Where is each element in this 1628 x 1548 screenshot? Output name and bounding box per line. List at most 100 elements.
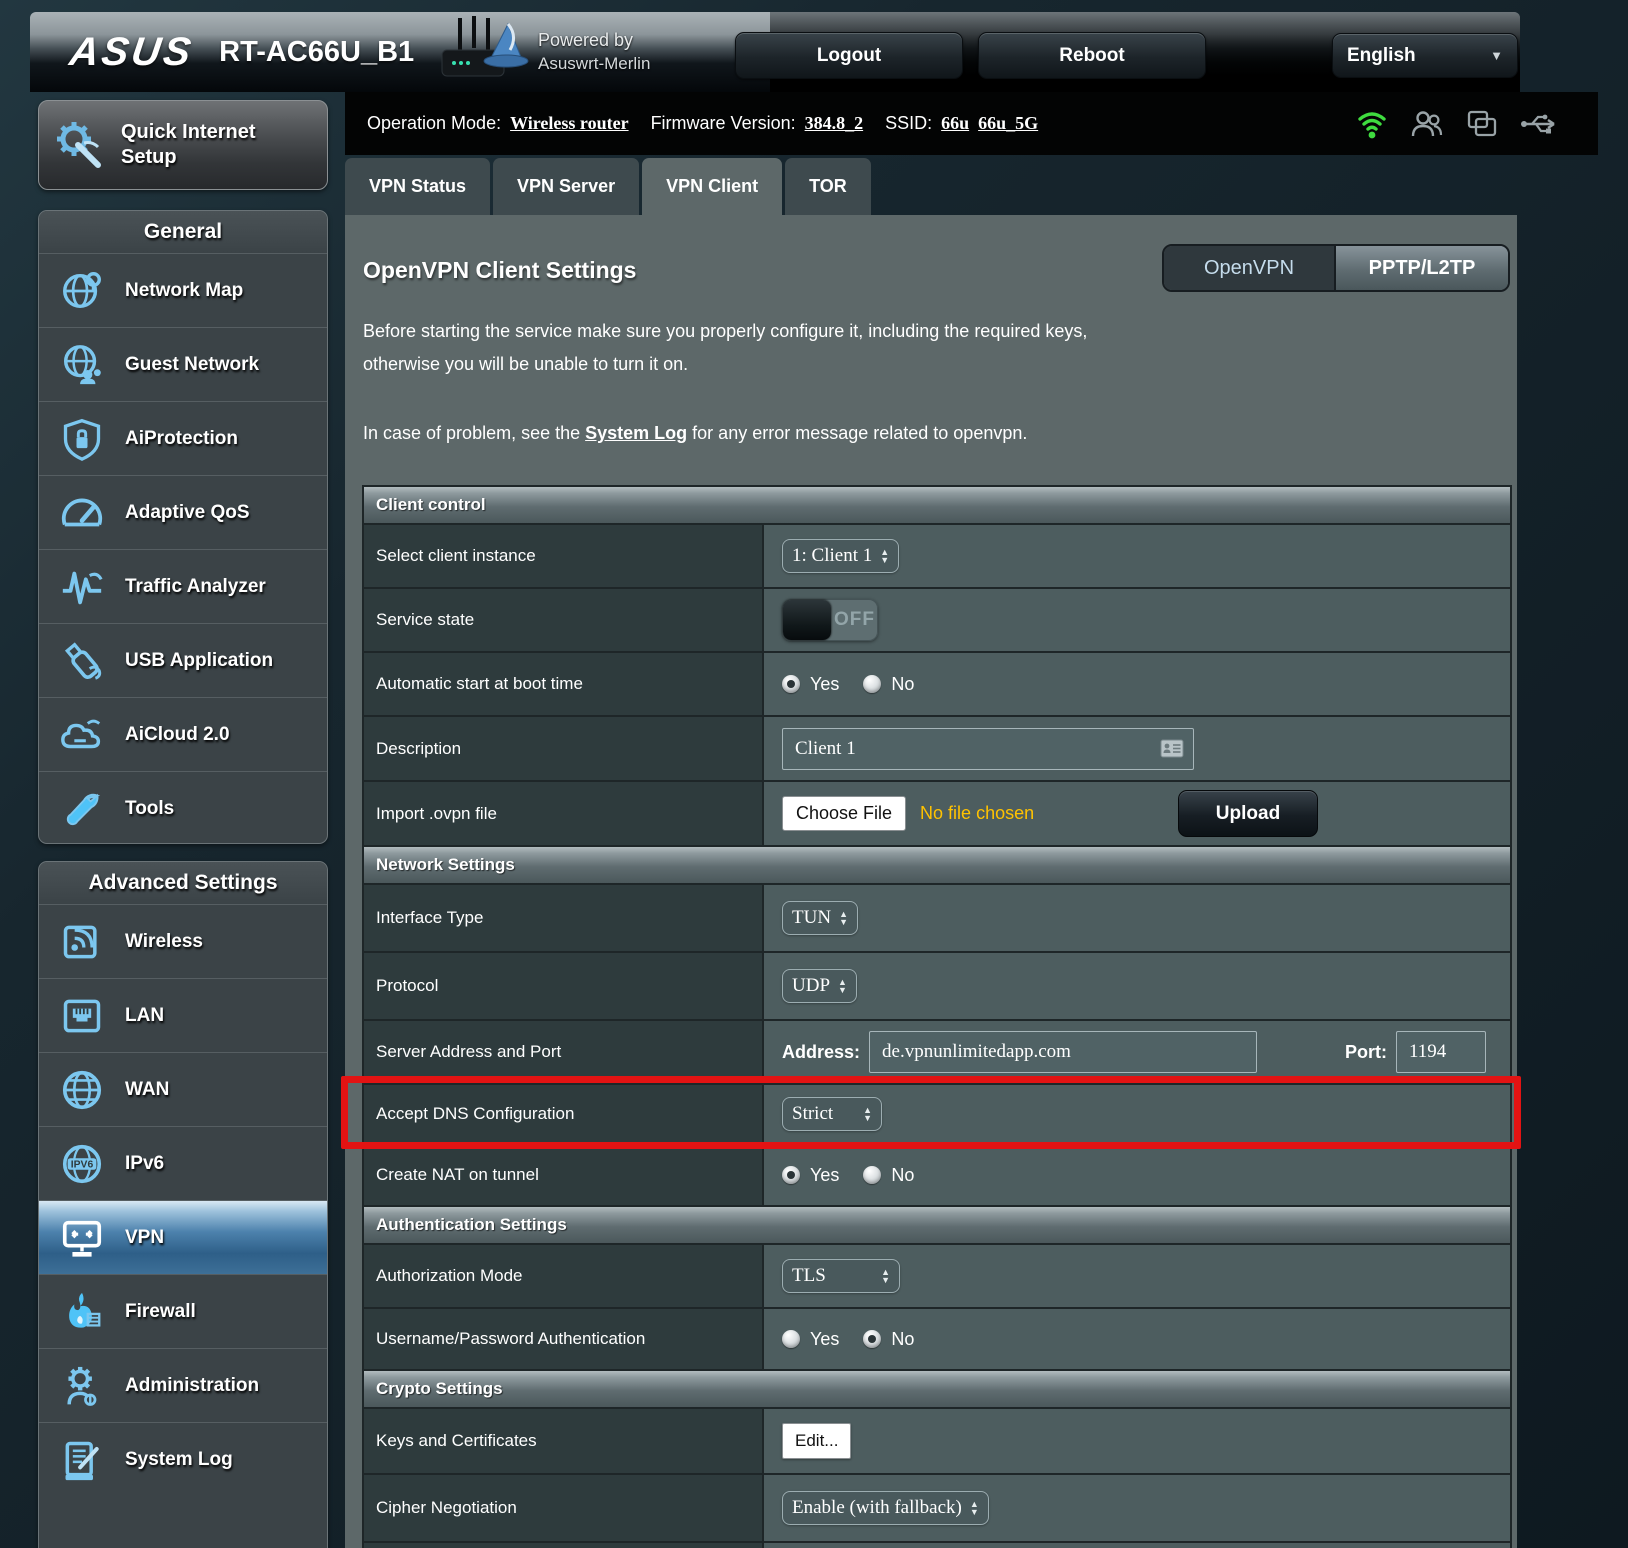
sidebar-general-title: General (39, 211, 327, 253)
cipher-negotiation-value: Enable (with fallback) (792, 1497, 962, 1519)
cloud-icon (57, 712, 107, 758)
select-client-instance-label: Select client instance (364, 525, 764, 587)
lan-port-icon (57, 994, 107, 1038)
sidebar-item-system-log[interactable]: System Log (39, 1422, 327, 1496)
client-instance-value: 1: Client 1 (792, 545, 872, 567)
autostart-yes-radio[interactable] (782, 675, 800, 693)
sidebar-item-network-map[interactable]: Network Map (39, 253, 327, 327)
service-state-toggle[interactable]: OFF (782, 599, 878, 641)
logout-button[interactable]: Logout (735, 32, 963, 79)
protocol-value: UDP (792, 975, 830, 997)
userpass-no-radio[interactable] (863, 1330, 881, 1348)
interface-type-select[interactable]: TUN ▲▼ (782, 901, 858, 935)
openvpn-toggle-button[interactable]: OpenVPN (1164, 246, 1336, 290)
problem-suffix: for any error message related to openvpn… (687, 423, 1027, 443)
sidebar-item-wireless[interactable]: Wireless (39, 904, 327, 978)
gauge-icon (57, 490, 107, 536)
description-label: Description (364, 717, 764, 780)
sidebar-item-aiprotection[interactable]: AiProtection (39, 401, 327, 475)
sidebar-item-vpn[interactable]: VPN (39, 1200, 327, 1274)
chevron-down-icon: ▼ (1490, 48, 1503, 63)
operation-mode-link[interactable]: Wireless router (510, 113, 628, 134)
tab-vpn-status[interactable]: VPN Status (345, 158, 490, 215)
wrench-icon (57, 786, 107, 832)
accept-dns-select[interactable]: Strict ▲▼ (782, 1097, 882, 1131)
sidebar-item-administration[interactable]: Administration (39, 1348, 327, 1422)
sidebar-item-aicloud[interactable]: AiCloud 2.0 (39, 697, 327, 771)
sidebar-item-traffic-analyzer[interactable]: Traffic Analyzer (39, 549, 327, 623)
top-banner: ASUS RT-AC66U_B1 Powered by Asuswrt-Merl… (30, 12, 1520, 92)
waveform-icon (57, 564, 107, 610)
row-service-state: Service state OFF (364, 589, 1510, 653)
tab-vpn-client[interactable]: VPN Client (642, 158, 782, 215)
asus-logo: ASUS (67, 30, 196, 75)
cipher-negotiation-select[interactable]: Enable (with fallback) ▲▼ (782, 1491, 989, 1525)
sidebar-item-tools[interactable]: Tools (39, 771, 327, 844)
wifi-status-icon[interactable] (1356, 109, 1388, 139)
router-admin-screen: ASUS RT-AC66U_B1 Powered by Asuswrt-Merl… (0, 0, 1628, 1548)
ssid-5g-link[interactable]: 66u_5G (978, 113, 1038, 134)
network-map-icon (57, 268, 107, 314)
choose-file-button[interactable]: Choose File (782, 796, 906, 831)
row-select-client-instance: Select client instance 1: Client 1 ▲▼ (364, 525, 1510, 589)
quick-internet-setup-button[interactable]: Quick Internet Setup (38, 100, 328, 190)
section-network-settings: Network Settings (364, 847, 1510, 885)
sidebar-item-label: Wireless (125, 931, 203, 953)
sidebar-item-adaptive-qos[interactable]: Adaptive QoS (39, 475, 327, 549)
server-address-input[interactable] (869, 1031, 1257, 1073)
router-model: RT-AC66U_B1 (219, 36, 414, 69)
toggle-knob (783, 600, 831, 640)
tab-vpn-server[interactable]: VPN Server (493, 158, 639, 215)
port-input[interactable] (1396, 1031, 1486, 1073)
sidebar-item-firewall[interactable]: Firewall (39, 1274, 327, 1348)
sidebar-item-usb-application[interactable]: USB Application (39, 623, 327, 697)
userpass-yes-radio[interactable] (782, 1330, 800, 1348)
interface-type-value: TUN (792, 907, 831, 929)
server-address-port-label: Server Address and Port (364, 1021, 764, 1083)
contact-card-icon[interactable] (1160, 739, 1184, 758)
select-arrows-icon: ▲▼ (838, 978, 847, 994)
keys-certificates-label: Keys and Certificates (364, 1409, 764, 1473)
sidebar-item-label: Adaptive QoS (125, 502, 250, 524)
nat-no-label: No (891, 1165, 914, 1186)
upload-button[interactable]: Upload (1178, 790, 1318, 837)
tab-tor[interactable]: TOR (785, 158, 871, 215)
description-input[interactable] (782, 728, 1194, 770)
operation-mode-label: Operation Mode: (367, 113, 501, 134)
protocol-select[interactable]: UDP ▲▼ (782, 969, 857, 1003)
powered-by-line2: Asuswrt-Merlin (538, 52, 650, 76)
authorization-mode-select[interactable]: TLS ▲▼ (782, 1259, 900, 1293)
automatic-start-label: Automatic start at boot time (364, 653, 764, 715)
select-arrows-icon: ▲▼ (970, 1500, 979, 1516)
ssid-2g-link[interactable]: 66u (941, 113, 969, 134)
nat-no-radio[interactable] (863, 1166, 881, 1184)
edit-keys-button[interactable]: Edit... (782, 1423, 851, 1459)
nat-yes-label: Yes (810, 1165, 839, 1186)
pptp-l2tp-toggle-button[interactable]: PPTP/L2TP (1336, 246, 1508, 290)
sidebar-item-guest-network[interactable]: Guest Network (39, 327, 327, 401)
wireless-icon (57, 920, 107, 964)
authorization-mode-label: Authorization Mode (364, 1245, 764, 1307)
port-label: Port: (1345, 1042, 1387, 1063)
row-accept-dns: Accept DNS Configuration Strict ▲▼ (364, 1085, 1510, 1145)
language-select[interactable]: English ▼ (1332, 33, 1518, 78)
qis-wizard-icon (39, 119, 121, 171)
client-instance-select[interactable]: 1: Client 1 ▲▼ (782, 539, 899, 573)
sidebar-item-lan[interactable]: LAN (39, 978, 327, 1052)
row-cipher-negotiation: Cipher Negotiation Enable (with fallback… (364, 1475, 1510, 1543)
screens-icon[interactable] (1466, 109, 1498, 139)
section-authentication-settings: Authentication Settings (364, 1207, 1510, 1245)
row-protocol: Protocol UDP ▲▼ (364, 953, 1510, 1021)
usb-icon[interactable] (1520, 111, 1558, 137)
firmware-version-link[interactable]: 384.8_2 (805, 113, 864, 134)
row-keys-certificates: Keys and Certificates Edit... (364, 1409, 1510, 1475)
nat-yes-radio[interactable] (782, 1166, 800, 1184)
autostart-no-radio[interactable] (863, 675, 881, 693)
sidebar-item-ipv6[interactable]: IPV6 IPv6 (39, 1126, 327, 1200)
sidebar-item-wan[interactable]: WAN (39, 1052, 327, 1126)
svg-text:IPV6: IPV6 (71, 1159, 94, 1170)
clients-icon[interactable] (1410, 109, 1444, 139)
system-log-link[interactable]: System Log (585, 423, 687, 443)
reboot-button[interactable]: Reboot (978, 32, 1206, 79)
sidebar-item-label: Guest Network (125, 354, 259, 376)
